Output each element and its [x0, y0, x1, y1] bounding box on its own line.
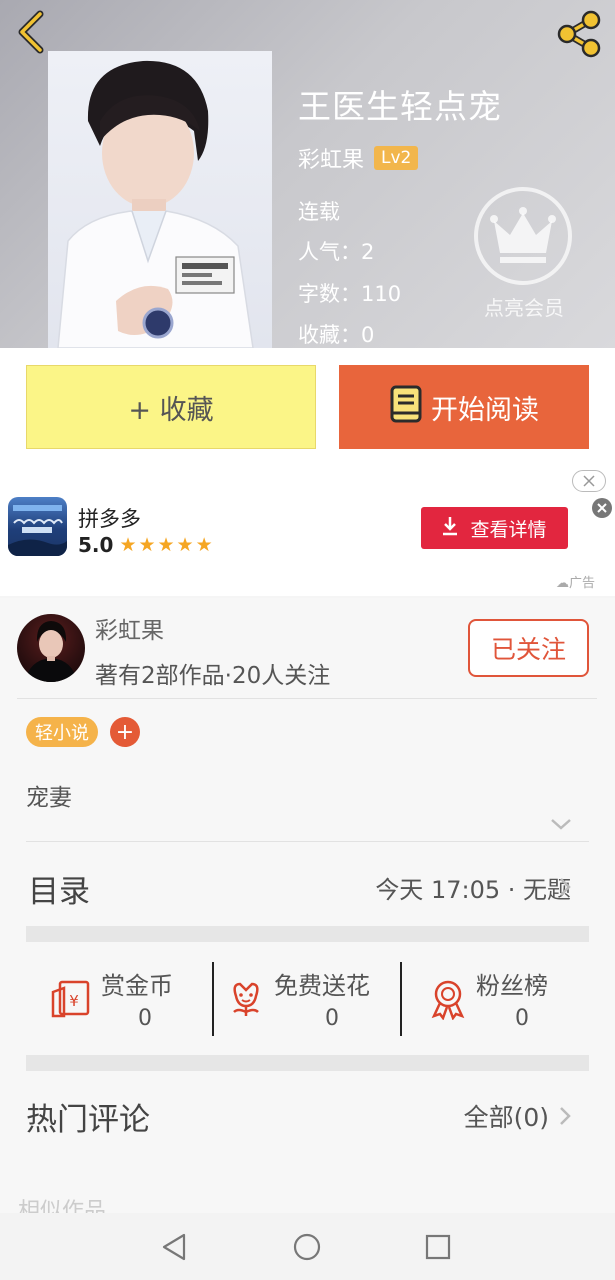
ad-app-name: 拼多多: [78, 507, 141, 531]
chevron-down-icon[interactable]: [549, 816, 573, 832]
add-tag-button[interactable]: +: [110, 717, 140, 747]
avatar[interactable]: [17, 614, 85, 682]
ad-rating-value: 5.0: [78, 533, 114, 557]
level-badge: Lv2: [374, 146, 419, 170]
book-icon: [389, 384, 423, 431]
book-header: 王医生轻点宠 彩虹果 Lv2 连载 人气：2 字数：110 收藏：0 点亮会员: [0, 0, 615, 348]
share-icon[interactable]: [553, 8, 605, 60]
section-separator: [26, 1055, 589, 1071]
popularity-count: 人气：2: [298, 240, 375, 264]
action-bar: + 收藏 开始阅读: [0, 348, 615, 466]
author-stats: 著有2部作品·20人关注: [95, 663, 331, 689]
section-separator: [26, 926, 589, 942]
back-icon[interactable]: [12, 8, 56, 56]
ad-app-icon[interactable]: [8, 497, 67, 556]
similar-works-label: 相似作品: [18, 1199, 107, 1213]
author-card-name[interactable]: 彩虹果: [95, 611, 164, 645]
book-cover[interactable]: [48, 51, 272, 348]
author-name[interactable]: 彩虹果: [298, 142, 364, 174]
book-title: 王医生轻点宠: [298, 87, 502, 126]
nav-back-icon[interactable]: [160, 1232, 190, 1262]
fan-ranking[interactable]: 粉丝榜 0: [402, 962, 592, 1036]
all-comments-link[interactable]: 全部(0): [464, 1098, 549, 1134]
stat-value: 0: [138, 1006, 152, 1031]
vip-label[interactable]: 点亮会员: [474, 292, 574, 321]
divider: [17, 698, 597, 699]
stat-label: 赏金币: [101, 972, 173, 1000]
star-rating-icon: ★★★★★: [119, 534, 215, 556]
follow-button[interactable]: 已关注: [468, 619, 589, 677]
genre-tag[interactable]: 轻小说: [26, 717, 98, 747]
reward-coins[interactable]: ¥ 赏金币 0: [0, 962, 212, 1036]
chevron-right-icon[interactable]: [558, 876, 572, 898]
word-count: 字数：110: [298, 282, 402, 306]
ad-banner[interactable]: 拼多多 5.0 ★★★★★ 查看详情 ☁广告: [0, 466, 615, 596]
stat-label: 免费送花: [274, 972, 370, 1000]
nav-home-icon[interactable]: [292, 1232, 322, 1262]
free-flower[interactable]: 免费送花 0: [214, 962, 400, 1036]
ad-label: ☁广告: [556, 576, 596, 591]
close-icon[interactable]: [592, 498, 612, 518]
stat-value: 0: [325, 1006, 339, 1031]
medal-icon: [426, 976, 470, 1021]
synopsis-text: 宠妻: [26, 785, 72, 811]
flower-icon: [224, 976, 268, 1020]
red-envelope-icon: ¥: [50, 976, 94, 1020]
start-reading-button[interactable]: 开始阅读: [339, 365, 589, 449]
ad-details-label: 查看详情: [470, 518, 547, 541]
stat-value: 0: [515, 1006, 529, 1031]
ad-rating: 5.0 ★★★★★: [78, 533, 215, 557]
hot-comments-label: 热门评论: [26, 1102, 150, 1138]
serial-status: 连载: [298, 200, 340, 224]
download-icon: [442, 516, 458, 541]
favorites-count: 收藏：0: [298, 323, 375, 347]
nav-recents-icon[interactable]: [423, 1232, 453, 1262]
system-nav-bar: [0, 1213, 615, 1280]
favorite-button[interactable]: + 收藏: [26, 365, 316, 449]
chevron-right-icon[interactable]: [558, 1105, 572, 1127]
toc-latest-chapter[interactable]: 今天 17:05 · 无题: [375, 870, 571, 905]
svg-text:¥: ¥: [69, 992, 79, 1010]
divider: [26, 841, 589, 842]
content-panel: 彩虹果 著有2部作品·20人关注 已关注 轻小说 + 宠妻 目录 今天 17:0…: [0, 598, 615, 1213]
ad-details-button[interactable]: 查看详情: [421, 507, 568, 549]
start-reading-label: 开始阅读: [431, 394, 539, 426]
ad-dismiss-icon[interactable]: [572, 470, 606, 492]
author-row[interactable]: 彩虹果 Lv2: [298, 142, 419, 174]
toc-label[interactable]: 目录: [28, 866, 90, 911]
cloud-icon: ☁: [556, 576, 569, 591]
crown-icon[interactable]: [474, 187, 572, 285]
stat-label: 粉丝榜: [476, 972, 548, 1000]
